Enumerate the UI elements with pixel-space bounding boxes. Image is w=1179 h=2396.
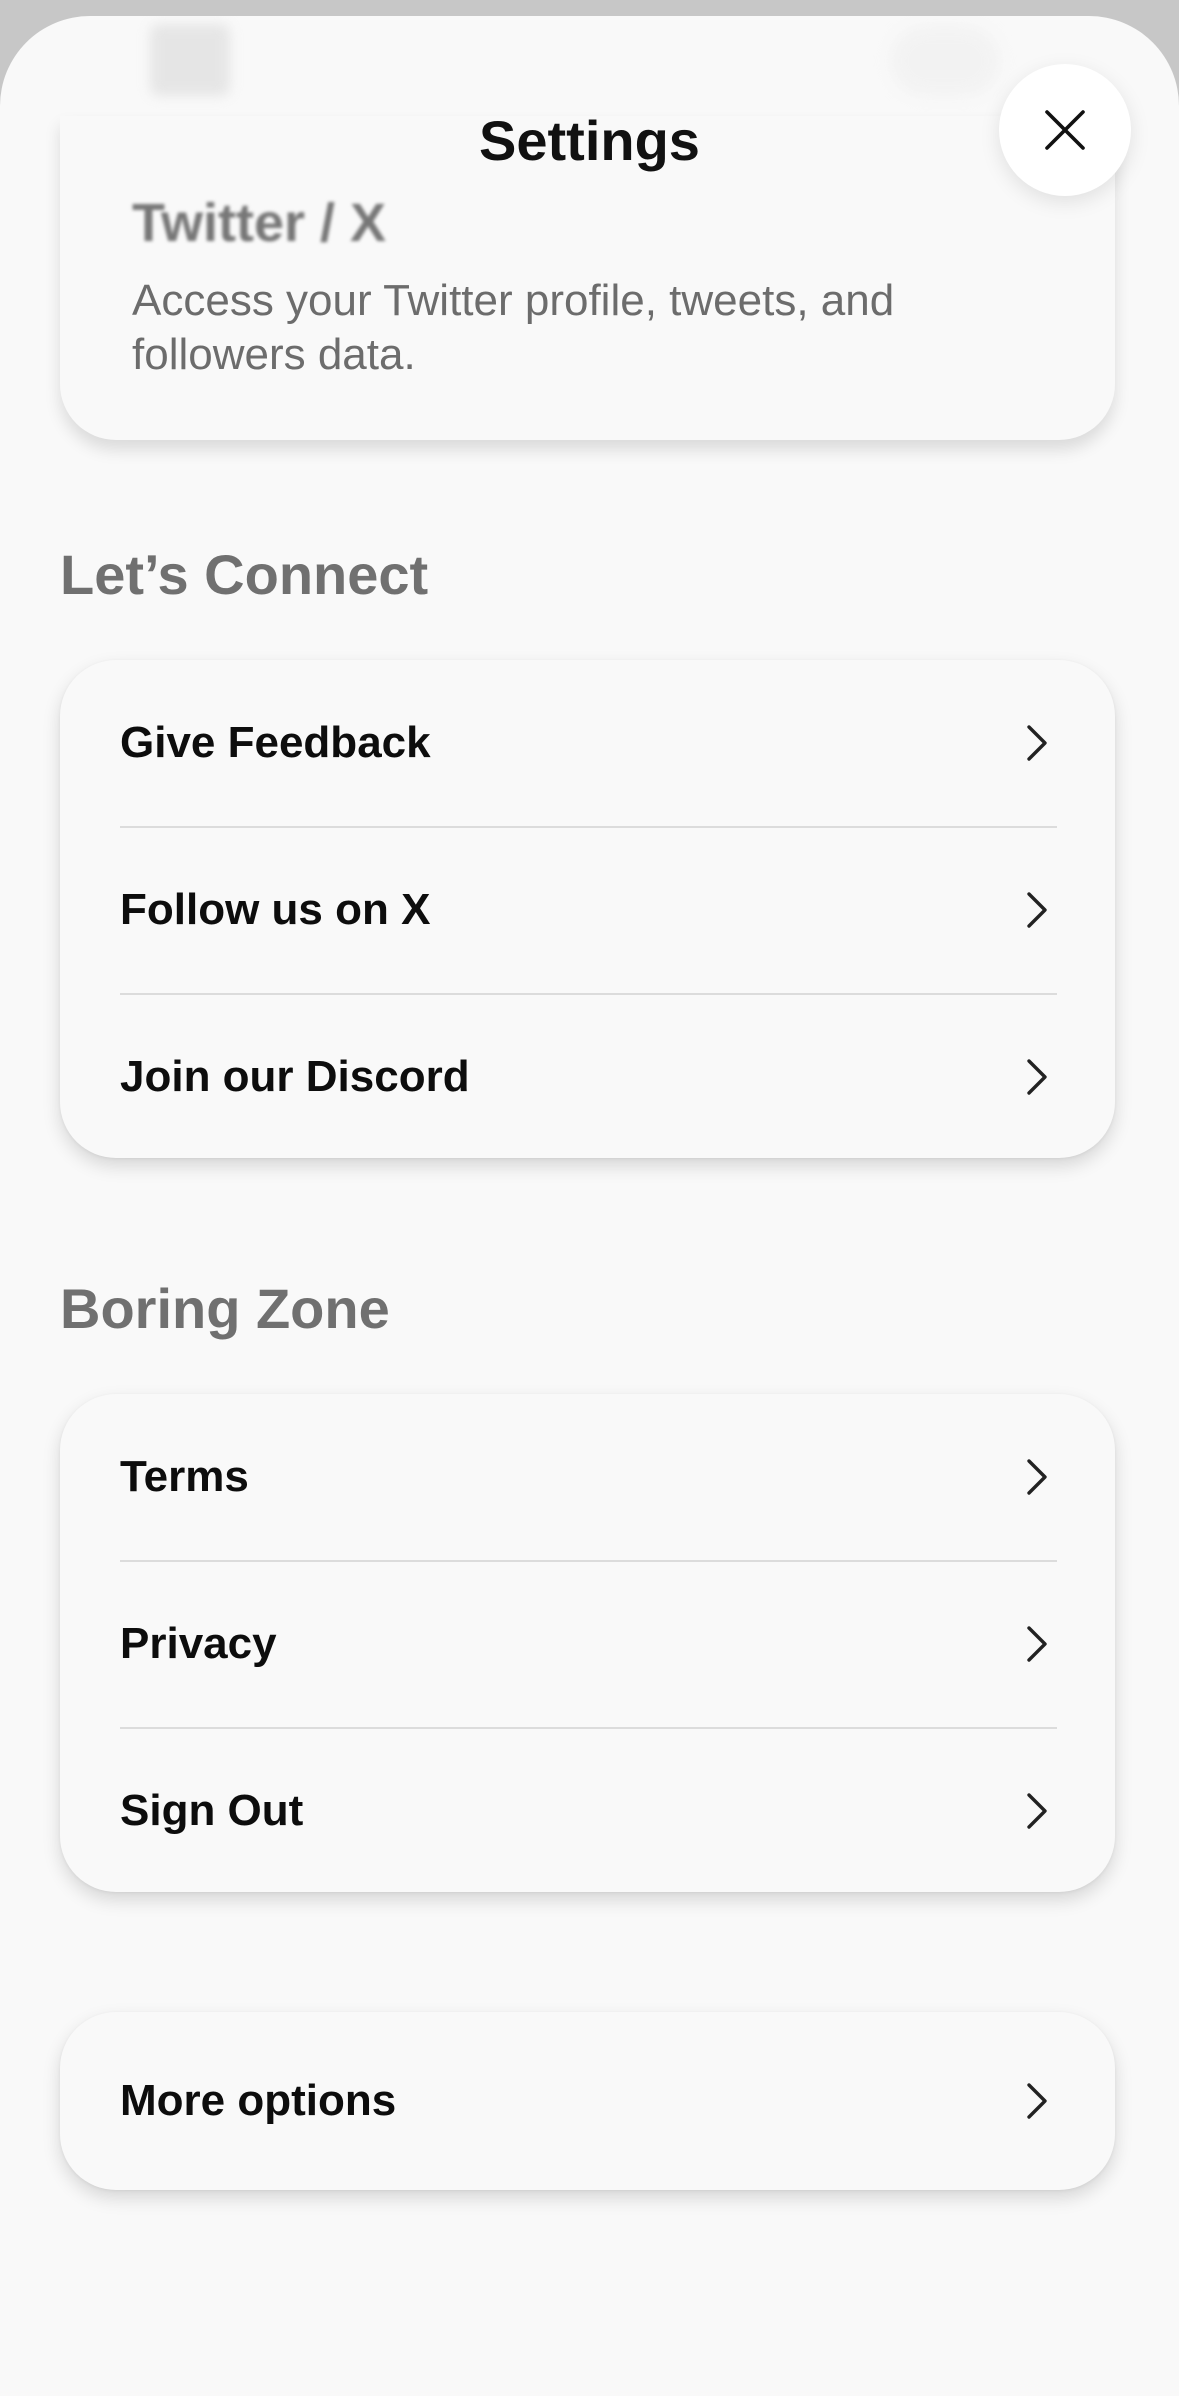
more-options-item[interactable]: More options <box>120 2018 1057 2184</box>
chevron-right-icon <box>1017 1791 1057 1831</box>
give-feedback-item[interactable]: Give Feedback <box>120 660 1057 826</box>
chevron-right-icon <box>1017 1624 1057 1664</box>
join-discord-label: Join our Discord <box>120 1052 470 1101</box>
sign-out-label: Sign Out <box>120 1786 304 1835</box>
close-button[interactable] <box>999 64 1131 196</box>
chevron-right-icon <box>1017 1457 1057 1497</box>
more-options-card[interactable]: More options <box>60 2012 1115 2190</box>
section-title-boring-zone: Boring Zone <box>60 1277 390 1340</box>
follow-us-label: Follow us on X <box>120 885 431 934</box>
chevron-right-icon <box>1017 1057 1057 1097</box>
more-options-label: More options <box>120 2076 397 2125</box>
terms-item[interactable]: Terms <box>120 1394 1057 1560</box>
sign-out-item[interactable]: Sign Out <box>120 1728 1057 1894</box>
join-discord-item[interactable]: Join our Discord <box>120 994 1057 1160</box>
boring-zone-card: Terms Privacy Sign Out <box>60 1394 1115 1892</box>
section-title-connect: Let’s Connect <box>60 543 429 606</box>
give-feedback-label: Give Feedback <box>120 718 431 767</box>
privacy-item[interactable]: Privacy <box>120 1561 1057 1727</box>
blurred-logo <box>150 24 230 96</box>
twitter-card-description: Access your Twitter profile, tweets, and… <box>132 276 895 379</box>
chevron-right-icon <box>1017 890 1057 930</box>
terms-label: Terms <box>120 1452 249 1501</box>
twitter-card-title: Twitter / X <box>132 193 387 253</box>
close-icon <box>1045 110 1085 150</box>
follow-us-item[interactable]: Follow us on X <box>120 827 1057 993</box>
chevron-right-icon <box>1017 723 1057 763</box>
privacy-label: Privacy <box>120 1619 277 1668</box>
chevron-right-icon <box>1017 2081 1057 2121</box>
connect-card: Give Feedback Follow us on X Join our Di… <box>60 660 1115 1158</box>
blurred-header-element <box>890 26 1000 96</box>
settings-sheet: Twitter / X Access your Twitter profile,… <box>0 16 1179 2396</box>
